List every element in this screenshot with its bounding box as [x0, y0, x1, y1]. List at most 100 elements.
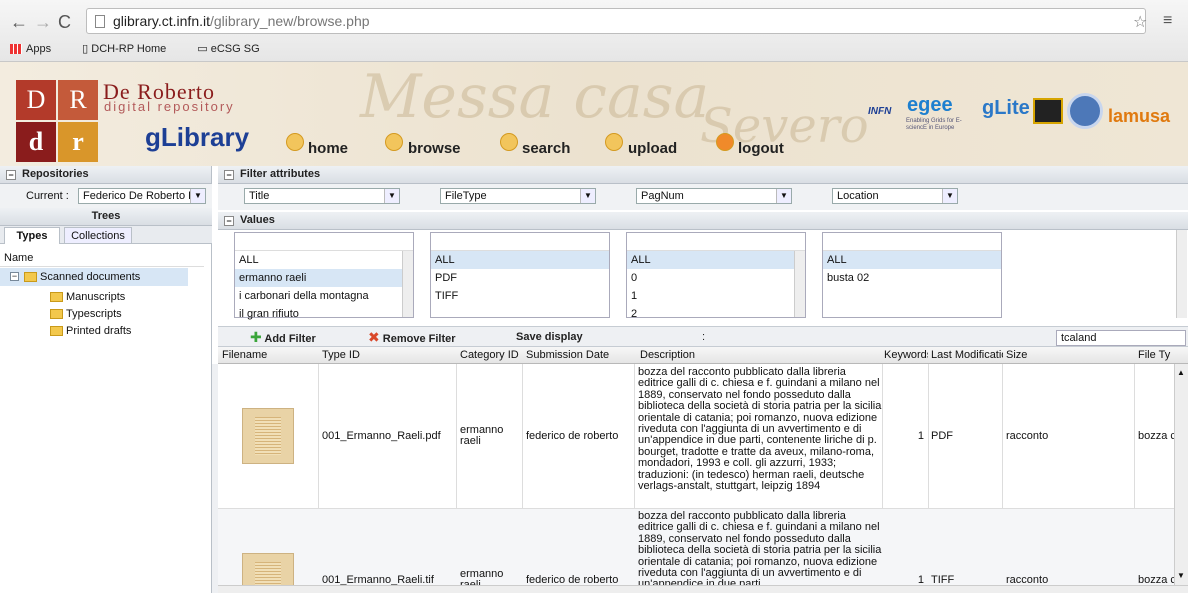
filter-select-pagnum[interactable]: PagNum ▼	[636, 188, 792, 204]
folder-icon	[24, 272, 37, 282]
values-list-pagnum[interactable]: ALL 0 1 2	[626, 232, 806, 320]
grid-horizontal-scrollbar[interactable]	[218, 585, 1188, 593]
table-row[interactable]: 001_Ermanno_Raeli.pdf ermanno raeli fede…	[218, 364, 1174, 508]
list-item[interactable]: PDF	[431, 269, 609, 287]
filter-select-title[interactable]: Title ▼	[244, 188, 400, 204]
collapse-icon[interactable]: −	[6, 170, 16, 180]
scroll-down-icon[interactable]: ▼	[1177, 571, 1185, 580]
folder-icon	[50, 326, 63, 336]
column-description[interactable]: Description	[640, 349, 695, 361]
list-item[interactable]: ALL	[627, 251, 805, 269]
nav-browse[interactable]: browse	[408, 140, 461, 157]
collapse-icon[interactable]: −	[224, 216, 234, 226]
list-item[interactable]: busta 02	[823, 269, 1001, 287]
filter-select-filetype[interactable]: FileType ▼	[440, 188, 596, 204]
nav-search[interactable]: search	[522, 140, 570, 157]
trees-header[interactable]: Trees	[0, 208, 212, 226]
url-text: glibrary.ct.infn.it/glibrary_new/browse.…	[113, 13, 370, 29]
list-item[interactable]: ALL	[235, 251, 413, 269]
tree-root-row[interactable]: − Scanned documents	[0, 268, 188, 286]
menu-icon[interactable]: ≡	[1163, 12, 1172, 30]
repositories-header[interactable]: − Repositories	[0, 166, 211, 184]
nav-upload[interactable]: upload	[628, 140, 677, 157]
list-item[interactable]: ermanno raeli	[235, 269, 413, 287]
filter-select-location[interactable]: Location ▼	[832, 188, 958, 204]
list-item[interactable]: i carbonari della montagna	[235, 287, 413, 305]
values-header[interactable]: − Values	[218, 212, 1188, 230]
cell-keywords: 1	[917, 574, 924, 585]
values-panel: ALL ermanno raeli i carbonari della mont…	[218, 230, 1188, 326]
cell-filename: 001_Ermanno_Raeli.tif	[322, 574, 434, 585]
tab-types[interactable]: Types	[4, 227, 60, 244]
values-list-title[interactable]: ALL ermanno raeli i carbonari della mont…	[234, 232, 414, 320]
search-icon[interactable]	[500, 133, 518, 151]
list-item[interactable]: ALL	[431, 251, 609, 269]
table-row[interactable]: 001_Ermanno_Raeli.tif ermanno raeli fede…	[218, 509, 1174, 585]
sidebar: − Repositories Current : Federico De Robe…	[0, 166, 212, 593]
list-item[interactable]: 1	[627, 287, 805, 305]
list-item[interactable]: ALL	[823, 251, 1001, 269]
tree-item-printed-drafts[interactable]: Printed drafts	[50, 322, 131, 340]
cell-category: federico de roberto	[526, 574, 619, 585]
address-bar[interactable]: glibrary.ct.infn.it/glibrary_new/browse.…	[86, 8, 1146, 34]
home-icon[interactable]	[286, 133, 304, 151]
egee-tagline: Enabling Grids for E-sciencE in Europe	[906, 118, 962, 131]
glite-logo: gLite	[982, 97, 1030, 119]
column-size[interactable]: Size	[1006, 349, 1027, 361]
scrollbar[interactable]	[794, 251, 805, 317]
logout-icon[interactable]	[716, 133, 734, 151]
filter-attributes-header[interactable]: − Filter attributes	[218, 166, 1188, 184]
column-file-type[interactable]: File Ty	[1138, 349, 1170, 361]
collapse-icon[interactable]: −	[10, 272, 19, 281]
save-display-button[interactable]: Save display	[516, 328, 583, 346]
document-thumbnail[interactable]	[242, 553, 294, 585]
values-list-location[interactable]: ALL busta 02	[822, 232, 1002, 318]
repository-select[interactable]: Federico De Roberto D ▼	[78, 188, 206, 204]
list-item[interactable]: 2	[627, 305, 805, 323]
search-input[interactable]: tcaland	[1056, 330, 1186, 346]
nav-logout[interactable]: logout	[738, 140, 784, 157]
bookmark-ecsg[interactable]: ▭ eCSG SG	[197, 43, 273, 55]
column-keywords[interactable]: Keywords	[884, 349, 928, 361]
sicily-flag-icon	[1033, 98, 1063, 124]
upload-icon[interactable]	[605, 133, 623, 151]
forward-icon[interactable]: →	[34, 12, 58, 32]
manuscript-decoration: Messa casa	[360, 62, 710, 132]
list-item[interactable]: 0	[627, 269, 805, 287]
list-item[interactable]: il gran rifiuto	[235, 305, 413, 323]
university-seal-icon	[1067, 93, 1103, 129]
star-icon[interactable]: ☆	[1133, 12, 1147, 32]
column-type-id[interactable]: Type ID	[322, 349, 360, 361]
column-last-modification[interactable]: Last Modification	[931, 349, 1003, 361]
list-item[interactable]: TIFF	[431, 287, 609, 305]
cell-type-id: ermanno raeli	[460, 568, 504, 585]
cell-keywords: 1	[917, 430, 924, 442]
values-scrollbar[interactable]	[1176, 230, 1187, 318]
browse-icon[interactable]	[385, 133, 403, 151]
column-submission-date[interactable]: Submission Date	[526, 349, 609, 361]
tree-item-typescripts[interactable]: Typescripts	[50, 305, 122, 323]
nav-home[interactable]: home	[308, 140, 348, 157]
grid-vertical-scrollbar[interactable]: ▲ ▼	[1174, 364, 1188, 585]
remove-icon: ✖	[368, 329, 380, 345]
cell-file-type: bozza c	[1138, 431, 1174, 442]
document-thumbnail[interactable]	[242, 408, 294, 464]
back-icon[interactable]: ←	[10, 12, 34, 32]
add-filter-button[interactable]: ✚ Add Filter	[250, 328, 316, 346]
bookmark-apps[interactable]: Apps	[10, 43, 65, 55]
chevron-down-icon: ▼	[190, 189, 205, 203]
reload-icon[interactable]: C	[58, 12, 77, 32]
chevron-down-icon: ▼	[942, 189, 957, 203]
column-filename[interactable]: Filename	[222, 349, 267, 361]
bookmark-dch[interactable]: ▯ DCH-RP Home	[82, 43, 180, 55]
logo-d-small: d	[16, 122, 56, 162]
column-category-id[interactable]: Category ID	[460, 349, 522, 361]
remove-filter-button[interactable]: ✖ Remove Filter	[368, 328, 456, 346]
header-banner: Messa casa Severo D R d r De Roberto dig…	[0, 62, 1188, 166]
scrollbar[interactable]	[402, 251, 413, 317]
tree-item-manuscripts[interactable]: Manuscripts	[50, 288, 125, 306]
tab-collections[interactable]: Collections	[64, 227, 132, 244]
values-list-filetype[interactable]: ALL PDF TIFF	[430, 232, 610, 318]
scroll-up-icon[interactable]: ▲	[1177, 368, 1185, 377]
collapse-icon[interactable]: −	[224, 170, 234, 180]
